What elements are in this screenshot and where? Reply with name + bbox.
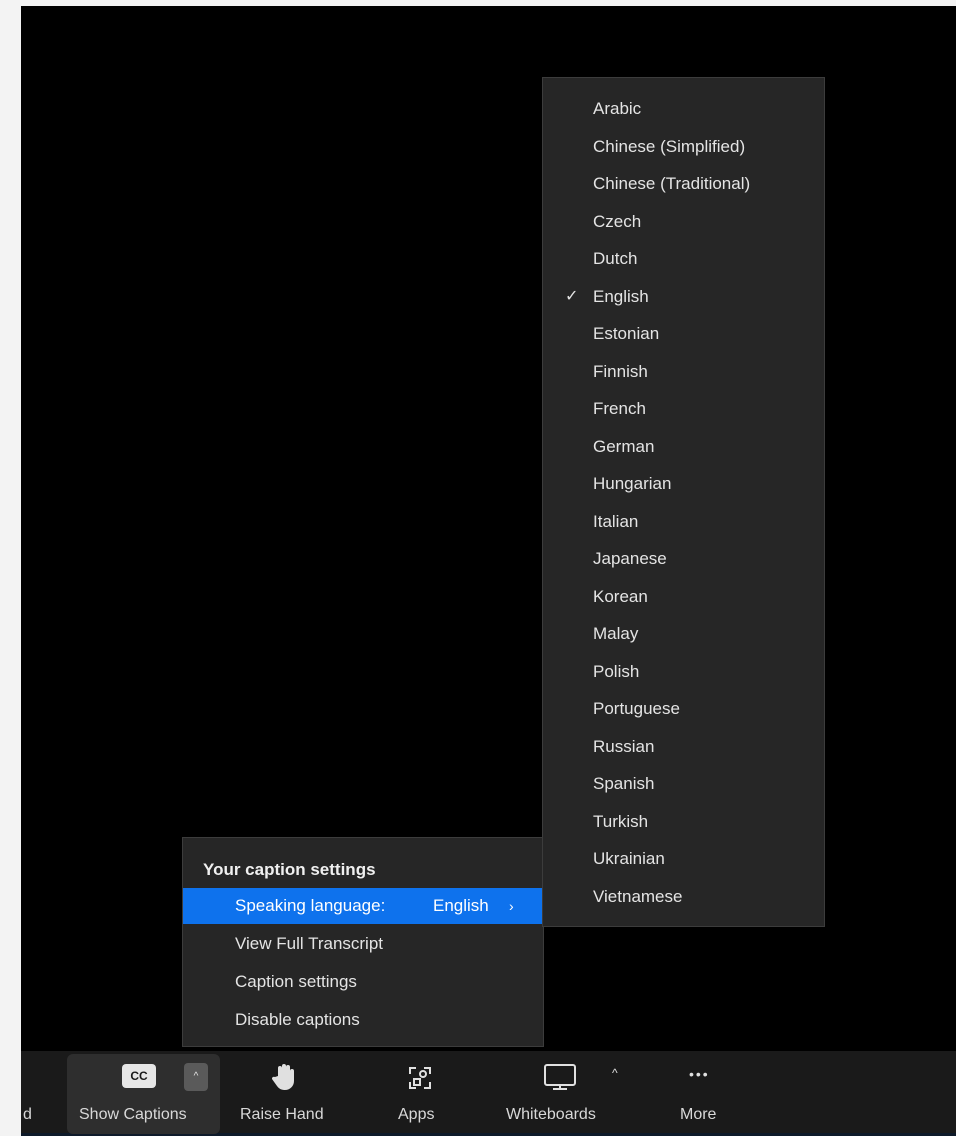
language-option-chinese-simplified[interactable]: Chinese (Simplified) <box>543 129 824 165</box>
disable-captions-label: Disable captions <box>235 1010 360 1029</box>
closed-captions-icon: CC <box>122 1064 156 1088</box>
speaking-language-value: English <box>433 896 489 915</box>
language-option-estonian[interactable]: Estonian <box>543 316 824 352</box>
language-label: Turkish <box>593 812 649 831</box>
language-option-turkish[interactable]: Turkish <box>543 804 824 840</box>
language-option-english[interactable]: ✓ English <box>543 279 824 315</box>
language-label: Ukrainian <box>593 849 665 868</box>
language-label: Japanese <box>593 549 667 568</box>
language-option-japanese[interactable]: Japanese <box>543 541 824 577</box>
language-label: Hungarian <box>593 474 672 493</box>
speaking-language-menu-item[interactable]: Speaking language: English › <box>183 888 543 924</box>
language-label: Arabic <box>593 99 642 118</box>
language-option-ukrainian[interactable]: Ukrainian <box>543 841 824 877</box>
language-label: Czech <box>593 212 642 231</box>
language-option-arabic[interactable]: Arabic <box>543 91 824 127</box>
language-label: Spanish <box>593 774 655 793</box>
toolbar-edge-label[interactable]: d <box>23 1106 32 1124</box>
language-label: Chinese (Traditional) <box>593 174 751 193</box>
language-label: Estonian <box>593 324 660 343</box>
apps-icon <box>409 1067 431 1089</box>
speaking-language-label: Speaking language: <box>235 896 386 915</box>
language-option-chinese-traditional[interactable]: Chinese (Traditional) <box>543 166 824 202</box>
language-label: Korean <box>593 587 648 606</box>
apps-label: Apps <box>398 1106 435 1123</box>
language-option-spanish[interactable]: Spanish <box>543 766 824 802</box>
captions-options-caret-button[interactable]: ^ <box>184 1063 208 1091</box>
language-option-russian[interactable]: Russian <box>543 729 824 765</box>
language-option-french[interactable]: French <box>543 391 824 427</box>
chevron-right-icon: › <box>509 898 514 914</box>
language-option-polish[interactable]: Polish <box>543 654 824 690</box>
show-captions-label: Show Captions <box>79 1106 187 1123</box>
caption-settings-menu-item[interactable]: Caption settings <box>183 964 543 1000</box>
language-label: Chinese (Simplified) <box>593 137 746 156</box>
language-label: Polish <box>593 662 640 681</box>
language-option-malay[interactable]: Malay <box>543 616 824 652</box>
more-dots-icon: ••• <box>689 1066 710 1082</box>
caption-settings-label: Caption settings <box>235 972 357 991</box>
view-full-transcript-menu-item[interactable]: View Full Transcript <box>183 926 543 962</box>
language-option-czech[interactable]: Czech <box>543 204 824 240</box>
view-full-transcript-label: View Full Transcript <box>235 934 384 953</box>
language-option-italian[interactable]: Italian <box>543 504 824 540</box>
language-label: Dutch <box>593 249 638 268</box>
language-label: Portuguese <box>593 699 680 718</box>
whiteboards-caret-icon[interactable]: ^ <box>612 1066 618 1080</box>
more-label: More <box>680 1106 717 1123</box>
raise-hand-label: Raise Hand <box>240 1106 324 1123</box>
caption-settings-menu: Your caption settings Speaking language:… <box>182 837 544 1047</box>
language-option-portuguese[interactable]: Portuguese <box>543 691 824 727</box>
language-option-german[interactable]: German <box>543 429 824 465</box>
language-label: Italian <box>593 512 639 531</box>
language-label: Malay <box>593 624 639 643</box>
language-option-vietnamese[interactable]: Vietnamese <box>543 879 824 915</box>
hand-icon <box>272 1064 294 1090</box>
language-label: French <box>593 399 646 418</box>
whiteboard-icon <box>544 1064 576 1090</box>
language-label: Vietnamese <box>593 887 683 906</box>
language-option-dutch[interactable]: Dutch <box>543 241 824 277</box>
caption-settings-heading: Your caption settings <box>203 860 376 879</box>
speaking-language-submenu: Arabic Chinese (Simplified) Chinese (Tra… <box>542 77 825 927</box>
disable-captions-menu-item[interactable]: Disable captions <box>183 1002 543 1038</box>
checkmark-icon: ✓ <box>565 288 579 305</box>
whiteboards-label: Whiteboards <box>506 1106 596 1123</box>
language-option-hungarian[interactable]: Hungarian <box>543 466 824 502</box>
language-option-korean[interactable]: Korean <box>543 579 824 615</box>
language-label: Finnish <box>593 362 648 381</box>
language-option-finnish[interactable]: Finnish <box>543 354 824 390</box>
language-label: Russian <box>593 737 655 756</box>
language-label: English <box>593 287 649 306</box>
language-label: German <box>593 437 655 456</box>
